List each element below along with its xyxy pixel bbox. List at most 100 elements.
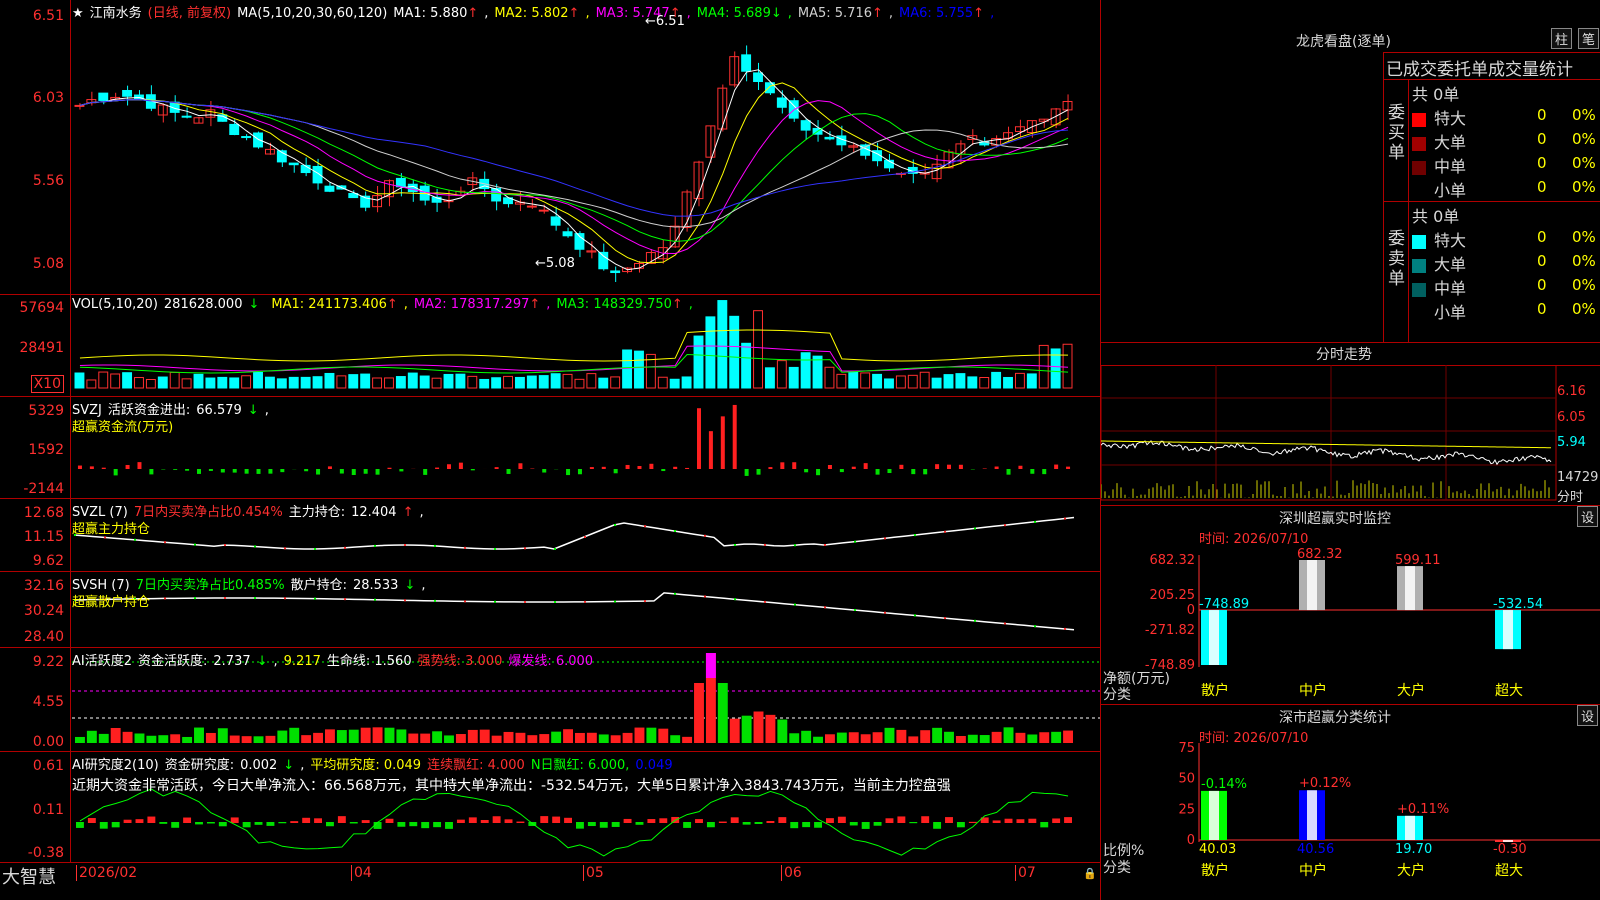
- sz-settings-button[interactable]: 设: [1577, 506, 1599, 527]
- x-axis: 大智慧 2026/02 04 05 06 07 🔒: [0, 863, 1100, 900]
- fund-flow-bar: [851, 466, 856, 469]
- ma-label: MA(5,10,20,30,60,120): [237, 6, 388, 21]
- svsh-panel[interactable]: 32.16 30.24 28.40 SVSH (7) 7日内买卖净占比0.485%…: [0, 572, 1100, 648]
- volume-bar: [217, 376, 228, 389]
- tick-mode-button[interactable]: 笔: [1578, 28, 1600, 49]
- holding-dot: [1064, 627, 1066, 630]
- volume-bar: [717, 300, 728, 389]
- active-bar: [396, 729, 407, 743]
- volume-bar: [586, 373, 597, 389]
- fund-flow-bar: [447, 464, 451, 469]
- lock-icon[interactable]: 🔒: [1083, 867, 1097, 880]
- bar-change-label: +0.12%: [1299, 776, 1351, 791]
- research-bar: [409, 822, 418, 827]
- active-bar: [122, 731, 133, 743]
- volume-bar: [931, 377, 942, 389]
- fund-flow-bar: [911, 469, 916, 475]
- fund-flow-bar: [458, 462, 463, 469]
- buy-orders-label: 委买单: [1388, 103, 1405, 163]
- active-bar: [658, 728, 669, 743]
- order-row: 大单 0 0%: [1412, 129, 1600, 152]
- fund-flow-bar: [720, 416, 725, 469]
- volume-panel[interactable]: 57694 28491 X10 VOL(5,10,20) 281628.000 ↓ M…: [0, 295, 1100, 397]
- ai-active-panel[interactable]: 9.22 4.55 0.00 AI活跃度2 资金活跃度: 2.737 ↓, 9.217 生…: [0, 648, 1100, 752]
- stat-settings-button[interactable]: 设: [1577, 705, 1599, 726]
- svsh-header: SVSH (7) 7日内买卖净占比0.485% 散户持仓: 28.533 ↓, 超赢散户…: [72, 574, 432, 610]
- order-type: 中单: [1434, 157, 1467, 176]
- volume-bar: [288, 376, 299, 389]
- fund-flow-bar: [435, 467, 440, 469]
- volume-bar: [1026, 373, 1037, 389]
- order-type: 特大: [1434, 231, 1467, 250]
- volume-bar: [205, 377, 216, 389]
- volume-bar: [824, 366, 835, 389]
- bar-value-label: -0.30: [1493, 842, 1527, 857]
- intraday-chart[interactable]: [1101, 365, 1600, 505]
- volume-bar: [764, 367, 775, 389]
- research-bar: [1004, 818, 1013, 823]
- holding-dot: [1004, 622, 1006, 625]
- ma-value-1: MA1: 5.880↑,: [393, 6, 489, 21]
- fund-flow-bar: [113, 469, 118, 476]
- active-bar: [432, 731, 443, 743]
- active-bar: [967, 734, 978, 743]
- active-bar: [455, 734, 466, 743]
- holding-dot: [584, 600, 586, 603]
- fund-flow-bar: [399, 469, 404, 472]
- fund-flow-bar: [506, 469, 511, 474]
- fund-flow-bar: [542, 469, 547, 473]
- fund-flow-bar: [708, 431, 713, 469]
- bar-highlight: [1405, 566, 1415, 611]
- research-bar: [195, 822, 203, 825]
- sz-net-chart[interactable]: 682.32205.250-271.82-748.89-748.89散户682.…: [1101, 530, 1600, 705]
- holding-dot: [524, 547, 526, 550]
- period-label[interactable]: (日线, 前复权): [148, 6, 231, 21]
- volume-bar: [431, 377, 442, 389]
- research-bar: [111, 822, 120, 828]
- order-type: 小单: [1434, 181, 1467, 200]
- fund-flow-bar: [923, 469, 928, 475]
- bar-change-label: +0.11%: [1397, 802, 1449, 817]
- holding-dot: [1064, 517, 1066, 520]
- svzj-panel[interactable]: 5329 1592 -2144 SVZJ 活跃资金进出: 66.579 ↓, 超赢资金…: [0, 397, 1100, 499]
- research-bar: [826, 818, 834, 823]
- svzl-panel[interactable]: 12.68 11.15 9.62 SVZL (7) 7日内买卖净占比0.454% 主…: [0, 499, 1100, 572]
- right-panel: 龙虎看盘(逐单) 柱 笔 已成交委托单成交量统计 委买单 共 0单 特大 0 0% 大…: [1100, 0, 1600, 900]
- svzj-sub: 超赢资金流(万元): [72, 420, 174, 435]
- candlestick-chart[interactable]: [0, 0, 1100, 294]
- fund-flow-bar: [137, 462, 142, 469]
- ai-research-panel[interactable]: 0.61 0.11 -0.38 AI研究度2(10) 资金研究度: 0.002 ↓, 平…: [0, 752, 1100, 863]
- order-count: 0: [1537, 300, 1547, 318]
- volume-bar: [895, 375, 906, 389]
- order-row: 特大 0 0%: [1412, 227, 1600, 250]
- fund-flow-bar: [732, 404, 737, 469]
- stat-ratio-chart[interactable]: 75 50 25 0 40.03 -0.14% 散户 40.56 +0.12% 中户 19.70 +0…: [1101, 740, 1600, 900]
- fund-flow-bar: [268, 469, 273, 474]
- research-bar: [790, 822, 799, 829]
- ai-active-name: 资金活跃度:: [138, 654, 208, 669]
- candle-body: [241, 136, 252, 139]
- research-bar: [921, 816, 930, 823]
- active-bar: [360, 727, 371, 743]
- volume-bar: [967, 376, 978, 389]
- life-line-label: 生命线: 1.560: [326, 654, 412, 669]
- active-bar: [301, 735, 312, 743]
- bar-mode-button[interactable]: 柱: [1551, 28, 1573, 49]
- ai-research-header: AI研究度2(10) 资金研究度: 0.002 ↓, 平均研究度: 0.049 连续飘红:…: [72, 754, 951, 795]
- ma-value-5: MA5: 5.716↑,: [797, 6, 894, 21]
- volume-bar: [800, 352, 811, 389]
- volume-bar: [657, 376, 668, 389]
- holding-dot: [584, 536, 586, 538]
- main-chart-area[interactable]: 6.51 6.03 5.56 5.08 ★ 江南水务 (日线, 前复权) MA(5,1…: [0, 0, 1100, 900]
- research-bar: [992, 820, 1001, 823]
- research-bar: [123, 819, 132, 823]
- research-bar: [897, 816, 906, 823]
- active-bar: [1051, 731, 1062, 743]
- active-bar: [801, 730, 812, 743]
- price-panel[interactable]: 6.51 6.03 5.56 5.08 ★ 江南水务 (日线, 前复权) MA(5,1…: [0, 0, 1100, 295]
- fund-flow-bar: [816, 469, 821, 476]
- volume-bar: [812, 355, 823, 389]
- intraday-tick: 6.05: [1557, 410, 1586, 425]
- research-bar: [290, 821, 299, 823]
- legend-swatch: [1412, 234, 1426, 249]
